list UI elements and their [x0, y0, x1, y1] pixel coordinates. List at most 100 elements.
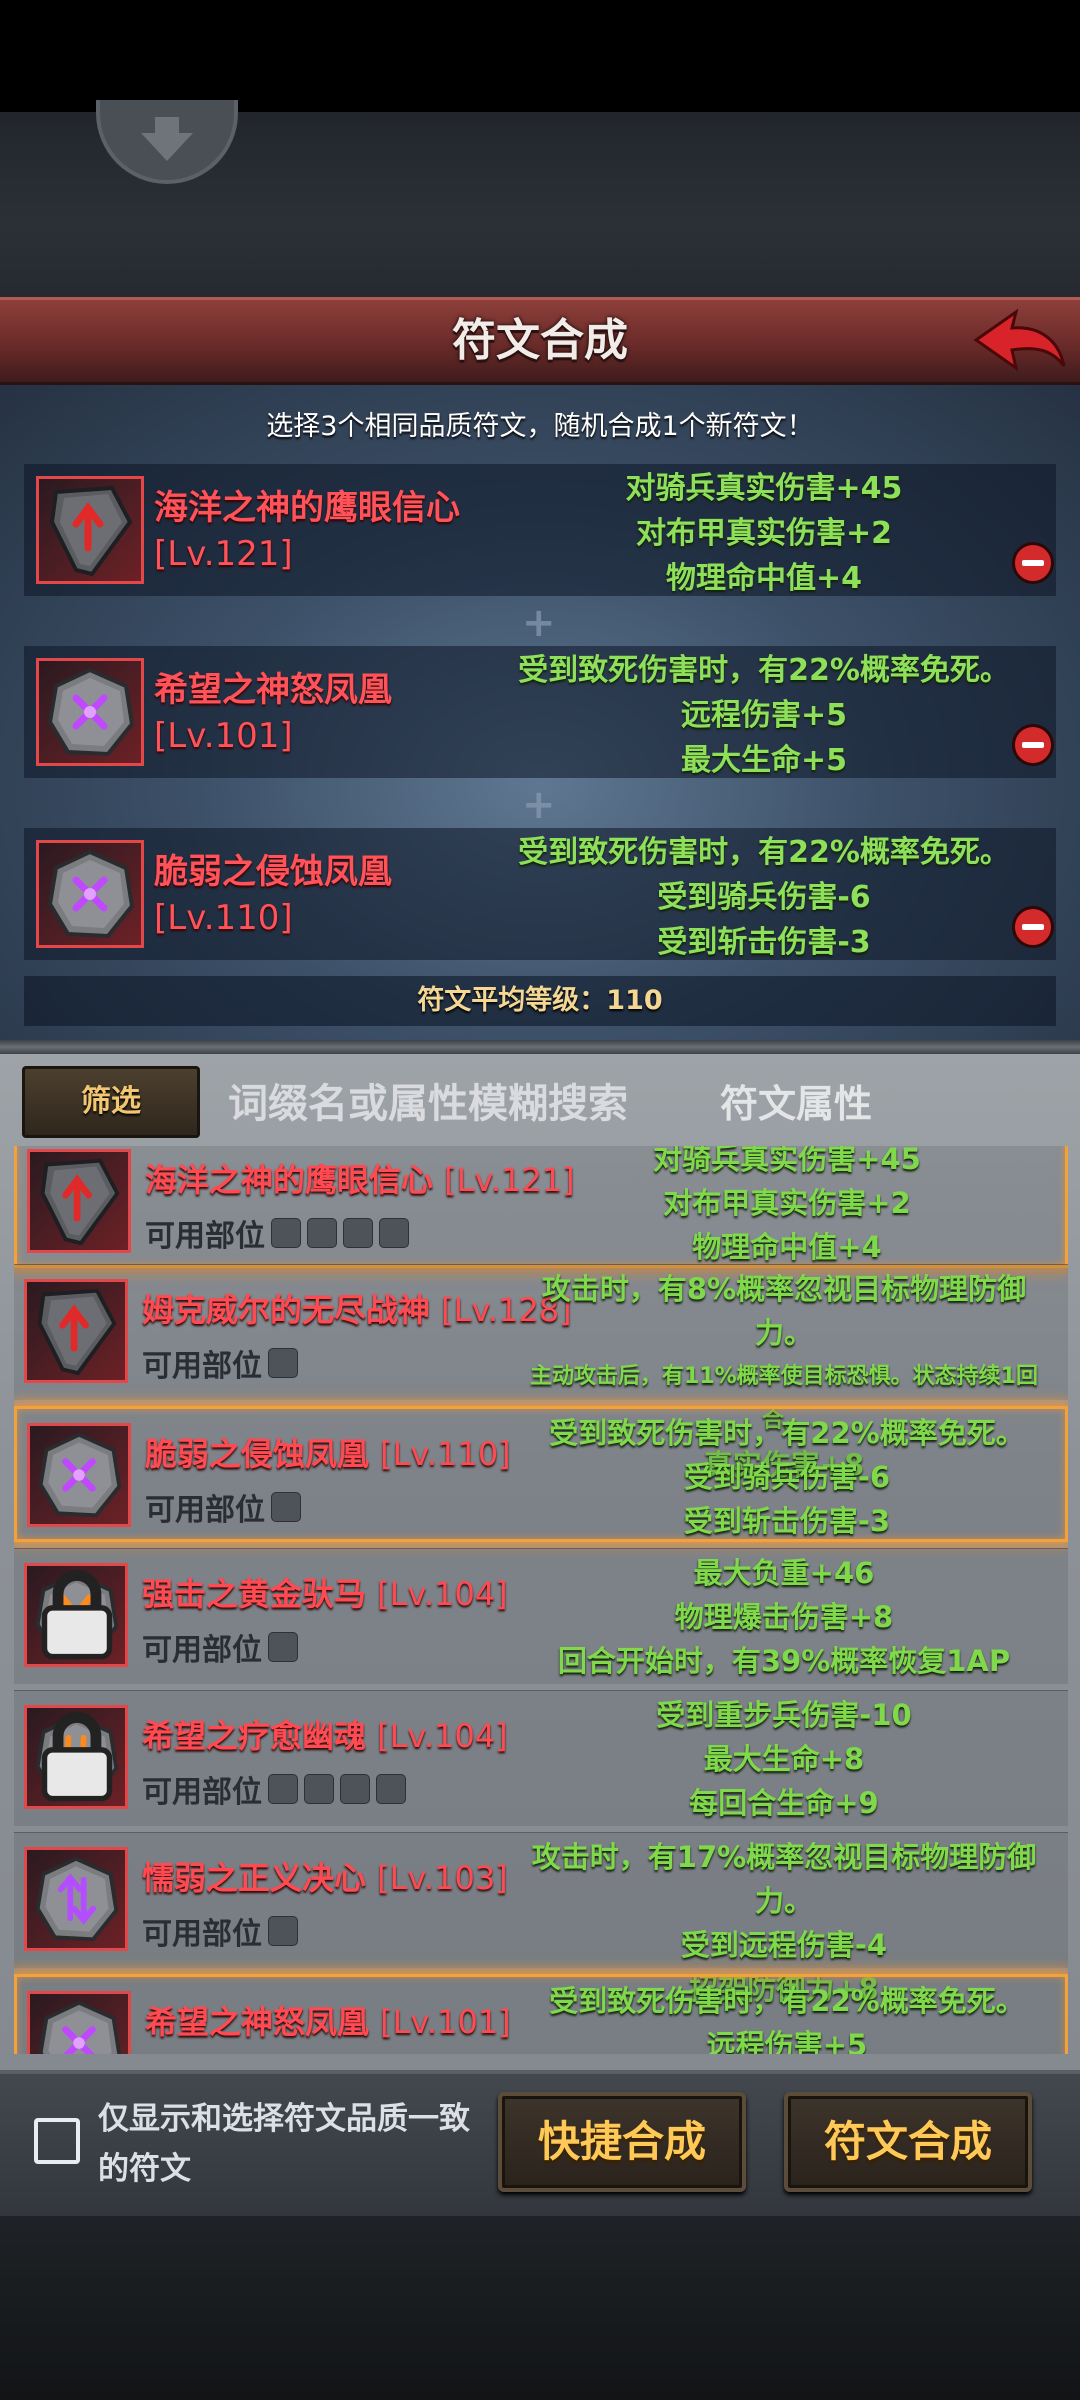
rune-icon-frame: [36, 658, 144, 766]
rune-attributes: 受到致死伤害时，有22%概率免死。 受到骑兵伤害-6 受到斩击伤害-3: [517, 1411, 1057, 1543]
rune-list-row[interactable]: 海洋之神的鹰眼信心 [Lv.121] 可用部位 对骑兵真实伤害+45 对布甲真实伤…: [14, 1146, 1068, 1268]
quick-synthesis-button[interactable]: 快捷合成: [498, 2092, 746, 2192]
purple-x-rune-icon: [38, 1432, 122, 1518]
rune-name-text: 脆弱之侵蚀凤凰: [145, 1435, 370, 1473]
purple-arrows-rune-icon: [35, 1856, 119, 1942]
synthesis-slot[interactable]: 希望之神怒凤凰 [Lv.101] 受到致死伤害时，有22%概率免死。 远程伤害+5…: [24, 646, 1056, 778]
equip-slot-icon: [268, 1774, 298, 1804]
usable-parts: 可用部位: [145, 1211, 409, 1255]
rune-attribute: 物理命中值+4: [692, 1230, 882, 1264]
usable-parts-label: 可用部位: [142, 1917, 262, 1952]
rune-icon-frame: [24, 1847, 128, 1951]
usable-parts-label: 可用部位: [145, 2053, 265, 2054]
red-arrow-rune-icon: [37, 1288, 117, 1376]
remove-rune-button[interactable]: [1012, 542, 1054, 584]
rune-name: 脆弱之侵蚀凤凰 [Lv.110]: [145, 1429, 511, 1475]
rune-icon-frame: [24, 1705, 128, 1809]
rune-list-row[interactable]: 姆克威尔的无尽战神 [Lv.128] 可用部位 攻击时，有8%概率忽视目标物理防…: [14, 1264, 1068, 1482]
rune-list[interactable]: 海洋之神的鹰眼信心 [Lv.121] 可用部位 对骑兵真实伤害+45 对布甲真实伤…: [14, 1146, 1068, 2054]
arrow-down-icon: [141, 117, 193, 161]
search-input[interactable]: 词缀名或属性模糊搜索: [228, 1076, 668, 1132]
rune-name-text: 希望之疗愈幽魂: [142, 1717, 367, 1755]
slot-attributes: 对骑兵真实伤害+45 对布甲真实伤害+2 物理命中值+4: [524, 466, 1004, 601]
usable-parts-label: 可用部位: [142, 1349, 262, 1384]
slot-attribute: 受到骑兵伤害-6: [657, 880, 871, 915]
usable-parts-label: 可用部位: [142, 1633, 262, 1668]
rune-level: [Lv.103]: [377, 1859, 508, 1897]
rune-synthesis-button[interactable]: 符文合成: [784, 2092, 1032, 2192]
rune-attributes: 受到致死伤害时，有22%概率免死。远程伤害+5最大生命+5: [517, 1979, 1057, 2054]
average-level: 符文平均等级：110: [24, 976, 1056, 1026]
rune-icon-frame: [27, 1991, 131, 2054]
rune-level: [Lv.101]: [380, 2003, 511, 2041]
slot-attribute: 受到致死伤害时，有22%概率免死。: [518, 653, 1010, 688]
rune-attribute: 受到重步兵伤害-10: [656, 1698, 912, 1732]
rune-name: 姆克威尔的无尽战神 [Lv.128]: [142, 1285, 572, 1331]
rune-list-row[interactable]: 希望之神怒凤凰 [Lv.101] 可用部位 受到致死伤害时，有22%概率免死。远…: [14, 1974, 1068, 2054]
rune-attributes: 最大负重+46 物理爆击伤害+8 回合开始时，有39%概率恢复1AP: [514, 1551, 1054, 1683]
equip-slot-icon: [376, 1774, 406, 1804]
synthesis-slot[interactable]: 脆弱之侵蚀凤凰 [Lv.110] 受到致死伤害时，有22%概率免死。 受到骑兵伤害…: [24, 828, 1056, 960]
usable-parts-label: 可用部位: [142, 1775, 262, 1810]
purple-x-rune-icon: [47, 667, 135, 757]
rune-attribute: 物理爆击伤害+8: [674, 1600, 894, 1634]
slot-attribute: 受到致死伤害时，有22%概率免死。: [518, 835, 1010, 870]
rune-level: [Lv.110]: [380, 1435, 511, 1473]
red-arrow-rune-icon: [49, 485, 133, 577]
purple-x-rune-icon: [47, 849, 135, 939]
filter-button[interactable]: 筛选: [22, 1066, 200, 1138]
lock-icon: [41, 1712, 113, 1802]
back-arrow-icon[interactable]: [972, 306, 1068, 376]
rune-attribute: 受到远程伤害-4: [680, 1928, 888, 1962]
equip-slot-icon: [304, 1774, 334, 1804]
equip-slot-icon: [340, 1774, 370, 1804]
slot-attribute: 对骑兵真实伤害+45: [625, 471, 903, 506]
usable-parts: 可用部位: [142, 1341, 298, 1385]
slot-attribute: 物理命中值+4: [665, 561, 862, 596]
usable-parts: 可用部位: [142, 1767, 406, 1811]
rune-list-row[interactable]: 强击之黄金驮马 [Lv.104] 可用部位 最大负重+46 物理爆击伤害+8 回合开…: [14, 1548, 1068, 1684]
slot-rune-level: [Lv.121]: [154, 534, 293, 574]
rune-icon-frame: [36, 840, 144, 948]
divider: [0, 1040, 1080, 1054]
slot-attribute: 最大生命+5: [680, 743, 847, 778]
page-title: 符文合成: [452, 315, 628, 366]
usable-parts: 可用部位: [145, 2053, 301, 2054]
equip-slot-icon: [268, 1632, 298, 1662]
rune-name: 希望之疗愈幽魂 [Lv.104]: [142, 1711, 508, 1757]
rune-list-row[interactable]: 懦弱之正义决心 [Lv.103] 可用部位 攻击时，有17%概率忽视目标物理防御…: [14, 1832, 1068, 2006]
rune-icon-frame: [36, 476, 144, 584]
checkbox-label: 仅显示和选择符文品质一致的符文: [98, 2101, 470, 2187]
slot-rune-name: 希望之神怒凤凰: [154, 670, 392, 710]
rune-name: 希望之神怒凤凰 [Lv.101]: [145, 1997, 511, 2043]
remove-rune-button[interactable]: [1012, 724, 1054, 766]
slot-rune-name: 脆弱之侵蚀凤凰: [154, 852, 392, 892]
rune-attribute: 攻击时，有8%概率忽视目标物理防御力。: [541, 1272, 1027, 1350]
rune-attribute: 受到骑兵伤害-6: [683, 1460, 891, 1494]
plus-icon: +: [522, 600, 556, 646]
rune-name-text: 懦弱之正义决心: [142, 1859, 367, 1897]
page-header: 符文合成: [0, 297, 1080, 385]
slot-rune-level: [Lv.101]: [154, 716, 293, 756]
rune-attribute: 对布甲真实伤害+2: [663, 1186, 911, 1220]
synthesis-slot[interactable]: 海洋之神的鹰眼信心 [Lv.121] 对骑兵真实伤害+45 对布甲真实伤害+2 物理…: [24, 464, 1056, 596]
rune-level: [Lv.104]: [377, 1575, 508, 1613]
lock-icon: [41, 1570, 113, 1660]
same-quality-checkbox[interactable]: [34, 2118, 80, 2164]
rune-name: 强击之黄金驮马 [Lv.104]: [142, 1569, 508, 1615]
rune-attributes: 受到重步兵伤害-10 最大生命+8 每回合生命+9: [514, 1693, 1054, 1825]
slot-rune-level: [Lv.110]: [154, 898, 293, 938]
rune-attribute: 远程伤害+5: [706, 2028, 868, 2054]
rune-list-row[interactable]: 脆弱之侵蚀凤凰 [Lv.110] 可用部位 受到致死伤害时，有22%概率免死。受…: [14, 1406, 1068, 1542]
rune-attribute-tab[interactable]: 符文属性: [720, 1076, 872, 1132]
rune-name-text: 海洋之神的鹰眼信心: [145, 1161, 434, 1199]
rune-list-row[interactable]: 希望之疗愈幽魂 [Lv.104] 可用部位 受到重步兵伤害-10 最大生命+8 每回…: [14, 1690, 1068, 1826]
rune-name: 懦弱之正义决心 [Lv.103]: [142, 1853, 508, 1899]
equip-slot-icon: [268, 1348, 298, 1378]
usable-parts-label: 可用部位: [145, 1219, 265, 1254]
rune-attribute: 受到斩击伤害-3: [683, 1504, 891, 1538]
rune-level: [Lv.104]: [377, 1717, 508, 1755]
remove-rune-button[interactable]: [1012, 906, 1054, 948]
plus-icon: +: [522, 782, 556, 828]
slot-attributes: 受到致死伤害时，有22%概率免死。 远程伤害+5 最大生命+5: [504, 648, 1024, 783]
